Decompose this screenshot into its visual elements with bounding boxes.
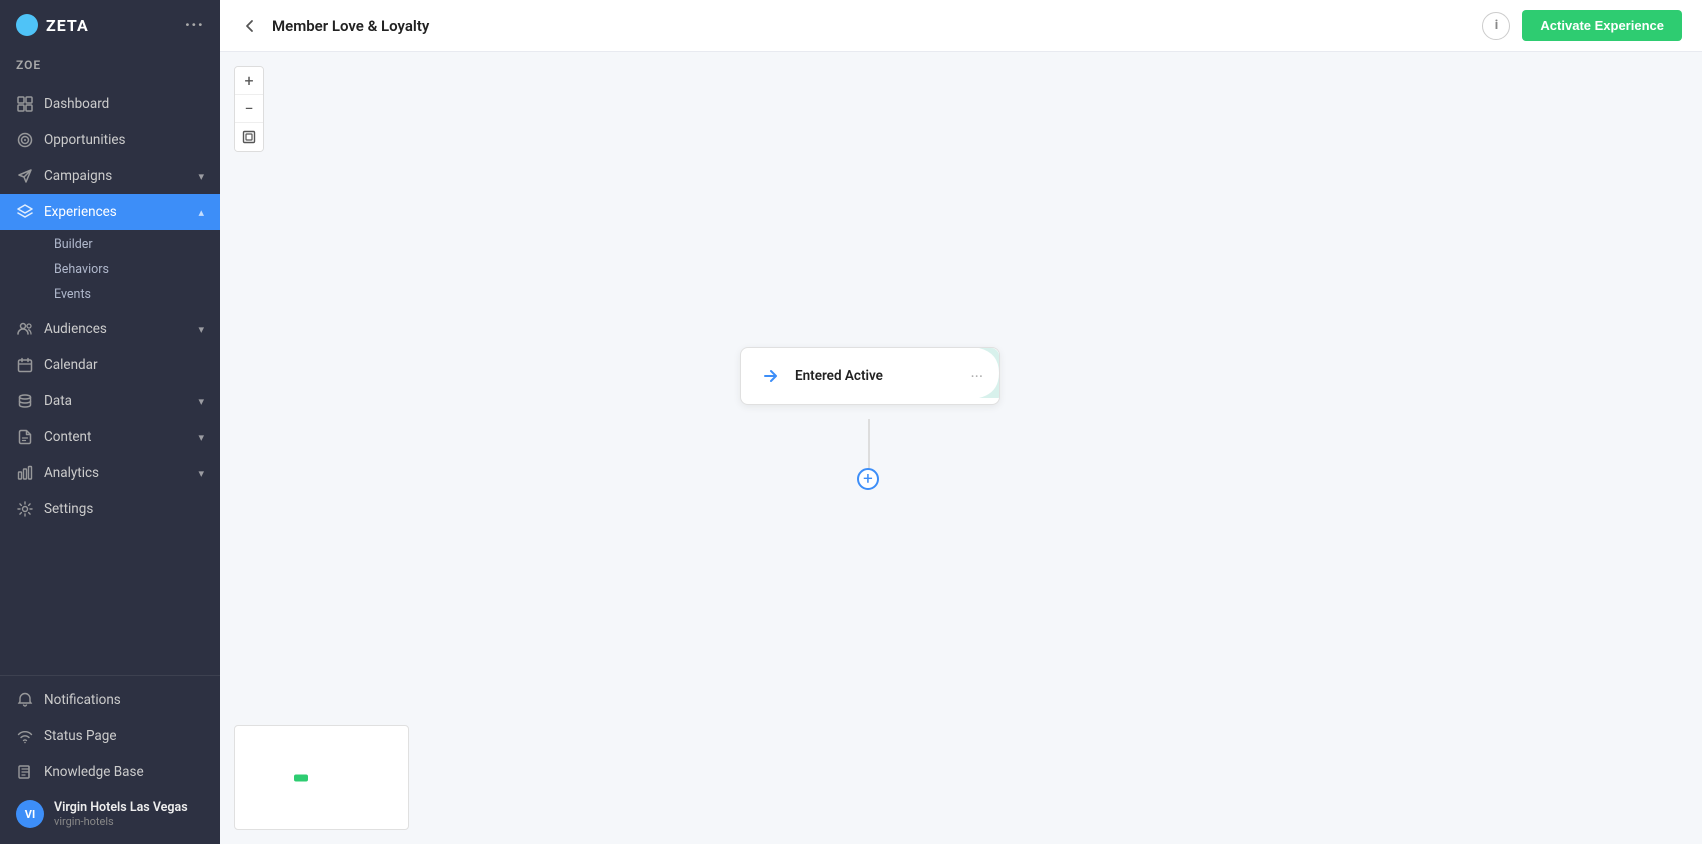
sidebar-item-data-label: Data [44, 393, 188, 409]
sidebar-item-dashboard-label: Dashboard [44, 96, 204, 112]
campaigns-chevron-icon: ▾ [198, 170, 204, 183]
add-node-button[interactable]: + [857, 468, 879, 490]
sidebar-subitem-builder[interactable]: Builder [44, 232, 220, 257]
minimap [234, 725, 409, 830]
sidebar-item-analytics-label: Analytics [44, 465, 188, 481]
sidebar-logo: ZETA ··· [0, 0, 220, 50]
node-label: Entered Active [795, 368, 883, 384]
sidebar-item-analytics[interactable]: Analytics ▾ [0, 455, 220, 491]
fit-button[interactable] [235, 123, 263, 151]
bar-chart-icon [16, 464, 34, 482]
logo-text: ZETA [46, 16, 89, 35]
page-title: Member Love & Loyalty [272, 17, 429, 35]
database-icon [16, 392, 34, 410]
topbar-left: Member Love & Loyalty [240, 16, 429, 36]
sidebar-item-audiences[interactable]: Audiences ▾ [0, 311, 220, 347]
bell-icon [16, 691, 34, 709]
user-profile[interactable]: VI Virgin Hotels Las Vegas virgin-hotels [0, 790, 220, 838]
info-button[interactable]: i [1482, 12, 1510, 40]
content-chevron-icon: ▾ [198, 431, 204, 444]
sidebar-item-campaigns[interactable]: Campaigns ▾ [0, 158, 220, 194]
sidebar-menu-button[interactable]: ··· [185, 15, 204, 36]
sidebar-item-experiences-label: Experiences [44, 204, 188, 220]
connector-line [868, 419, 870, 471]
canvas-node-entered-active[interactable]: Entered Active ··· [740, 347, 1000, 405]
sidebar-item-calendar-label: Calendar [44, 357, 204, 373]
node-left: Entered Active [757, 362, 883, 390]
sidebar-item-dashboard[interactable]: Dashboard [0, 86, 220, 122]
logo-area: ZETA [16, 14, 89, 36]
sidebar-item-campaigns-label: Campaigns [44, 168, 188, 184]
sidebar-nav: Dashboard Opportunities Campaigns ▾ [0, 80, 220, 675]
back-button[interactable] [240, 16, 260, 36]
zoom-in-button[interactable]: + [235, 67, 263, 95]
users-icon [16, 320, 34, 338]
data-chevron-icon: ▾ [198, 395, 204, 408]
grid-icon [16, 95, 34, 113]
topbar-right: i Activate Experience [1482, 10, 1682, 41]
target-icon [16, 131, 34, 149]
sidebar-item-settings-label: Settings [44, 501, 204, 517]
sidebar-item-notifications-label: Notifications [44, 692, 204, 708]
sidebar-item-notifications[interactable]: Notifications [0, 682, 220, 718]
minimap-node-indicator [294, 774, 308, 781]
sidebar-item-calendar[interactable]: Calendar [0, 347, 220, 383]
send-icon [16, 167, 34, 185]
sidebar-subitem-events[interactable]: Events [44, 282, 220, 307]
sidebar-item-status-page[interactable]: Status Page [0, 718, 220, 754]
logo-icon [16, 14, 38, 36]
settings-icon [16, 500, 34, 518]
sidebar-subitem-behaviors[interactable]: Behaviors [44, 257, 220, 282]
calendar-icon [16, 356, 34, 374]
experiences-sub-menu: Builder Behaviors Events [0, 230, 220, 311]
user-name: Virgin Hotels Las Vegas [54, 800, 188, 815]
enter-active-icon [757, 362, 785, 390]
sidebar-item-content-label: Content [44, 429, 188, 445]
wifi-icon [16, 727, 34, 745]
book-icon [16, 763, 34, 781]
sidebar-item-audiences-label: Audiences [44, 321, 188, 337]
main-content: Member Love & Loyalty i Activate Experie… [220, 0, 1702, 844]
sidebar-item-content[interactable]: Content ▾ [0, 419, 220, 455]
sidebar-item-opportunities-label: Opportunities [44, 132, 204, 148]
layers-icon [16, 203, 34, 221]
experiences-chevron-icon: ▴ [198, 206, 204, 219]
canvas-area: + − Entered Active · [220, 52, 1702, 844]
sidebar-item-experiences[interactable]: Experiences ▴ [0, 194, 220, 230]
sidebar-item-knowledge-base-label: Knowledge Base [44, 764, 204, 780]
user-sub: virgin-hotels [54, 815, 188, 828]
canvas-controls: + − [234, 66, 264, 152]
user-avatar: VI [16, 800, 44, 828]
zoe-label: ZOE [0, 50, 220, 80]
file-icon [16, 428, 34, 446]
topbar: Member Love & Loyalty i Activate Experie… [220, 0, 1702, 52]
activate-experience-button[interactable]: Activate Experience [1522, 10, 1682, 41]
user-info: Virgin Hotels Las Vegas virgin-hotels [54, 800, 188, 828]
sidebar: ZETA ··· ZOE Dashboard [0, 0, 220, 844]
sidebar-bottom: Notifications Status Page K [0, 675, 220, 844]
sidebar-item-settings[interactable]: Settings [0, 491, 220, 527]
audiences-chevron-icon: ▾ [198, 323, 204, 336]
analytics-chevron-icon: ▾ [198, 467, 204, 480]
sidebar-item-status-page-label: Status Page [44, 728, 204, 744]
node-options-button[interactable]: ··· [970, 367, 983, 386]
sidebar-item-opportunities[interactable]: Opportunities [0, 122, 220, 158]
sidebar-item-data[interactable]: Data ▾ [0, 383, 220, 419]
zoom-out-button[interactable]: − [235, 95, 263, 123]
sidebar-item-knowledge-base[interactable]: Knowledge Base [0, 754, 220, 790]
